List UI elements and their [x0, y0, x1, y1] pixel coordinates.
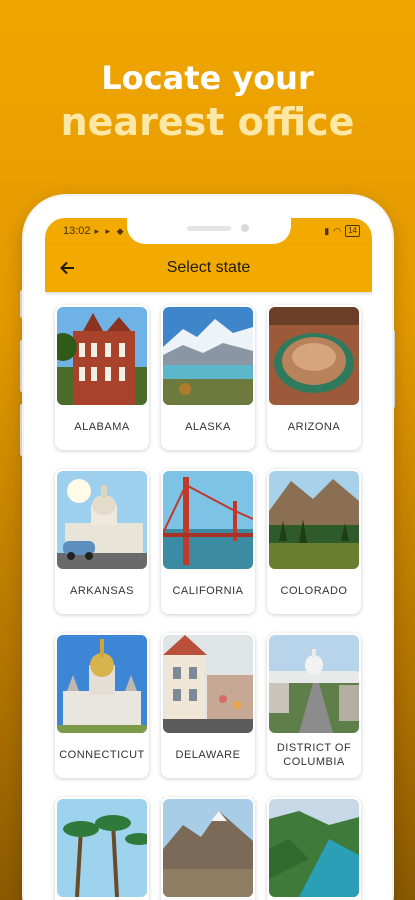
state-card-colorado[interactable]: COLORADO [267, 469, 361, 614]
state-photo [163, 307, 253, 405]
state-photo [163, 799, 253, 897]
page-title: Select state [166, 259, 251, 276]
state-card-connecticut[interactable]: CONNECTICUT [55, 633, 149, 778]
state-photo [269, 471, 359, 569]
state-photo [269, 635, 359, 733]
front-camera-icon [241, 224, 249, 232]
state-card[interactable] [267, 797, 361, 900]
state-photo [57, 635, 147, 733]
state-card-arkansas[interactable]: ARKANSAS [55, 469, 149, 614]
state-name: ARIZONA [287, 421, 341, 433]
state-name: ALASKA [185, 421, 231, 433]
state-name: ARKANSAS [70, 585, 134, 597]
state-name: CALIFORNIA [172, 585, 244, 597]
camera-notch [127, 218, 291, 244]
state-card-alaska[interactable]: ALASKA [161, 305, 255, 450]
state-photo [57, 307, 147, 405]
signal-icon: ▮ [324, 225, 330, 236]
status-right: ▮ ◠ 14 [324, 225, 360, 237]
wifi-icon: ◠ [333, 225, 342, 236]
phone-screen: 13:02 ▸ ▸ ◆ ▮ ◠ 14 Select state ALABAMA … [45, 218, 372, 900]
state-photo [57, 799, 147, 897]
state-card-delaware[interactable]: DELAWARE [161, 633, 255, 778]
battery-icon: 14 [345, 225, 360, 237]
promo-line-2: nearest office [60, 100, 355, 144]
state-name: CONNECTICUT [59, 749, 145, 761]
promo-headline: Locate your nearest office [0, 58, 415, 146]
state-card-district-of-columbia[interactable]: DISTRICT OF COLUMBIA [267, 633, 361, 778]
state-photo [57, 471, 147, 569]
notification-icons: ▸ ▸ ◆ [94, 225, 126, 236]
arrow-left-icon [60, 261, 74, 275]
state-card-alabama[interactable]: ALABAMA [55, 305, 149, 450]
state-card[interactable] [161, 797, 255, 900]
state-card-california[interactable]: CALIFORNIA [161, 469, 255, 614]
state-photo [163, 471, 253, 569]
battery-level: 14 [348, 226, 357, 235]
state-photo [269, 307, 359, 405]
state-name: DISTRICT OF COLUMBIA [276, 742, 352, 768]
state-photo [269, 799, 359, 897]
state-card[interactable] [55, 797, 149, 900]
state-name: COLORADO [280, 585, 348, 597]
speaker-icon [187, 226, 231, 231]
back-button[interactable] [55, 256, 79, 280]
app-bar: Select state [45, 244, 372, 292]
state-name: ALABAMA [74, 421, 130, 433]
promo-line-1: Locate your [101, 59, 314, 97]
state-card-arizona[interactable]: ARIZONA [267, 305, 361, 450]
status-bar: 13:02 ▸ ▸ ◆ ▮ ◠ 14 [45, 218, 372, 244]
status-time: 13:02 [63, 225, 91, 237]
state-photo [163, 635, 253, 733]
state-name: DELAWARE [175, 749, 241, 761]
